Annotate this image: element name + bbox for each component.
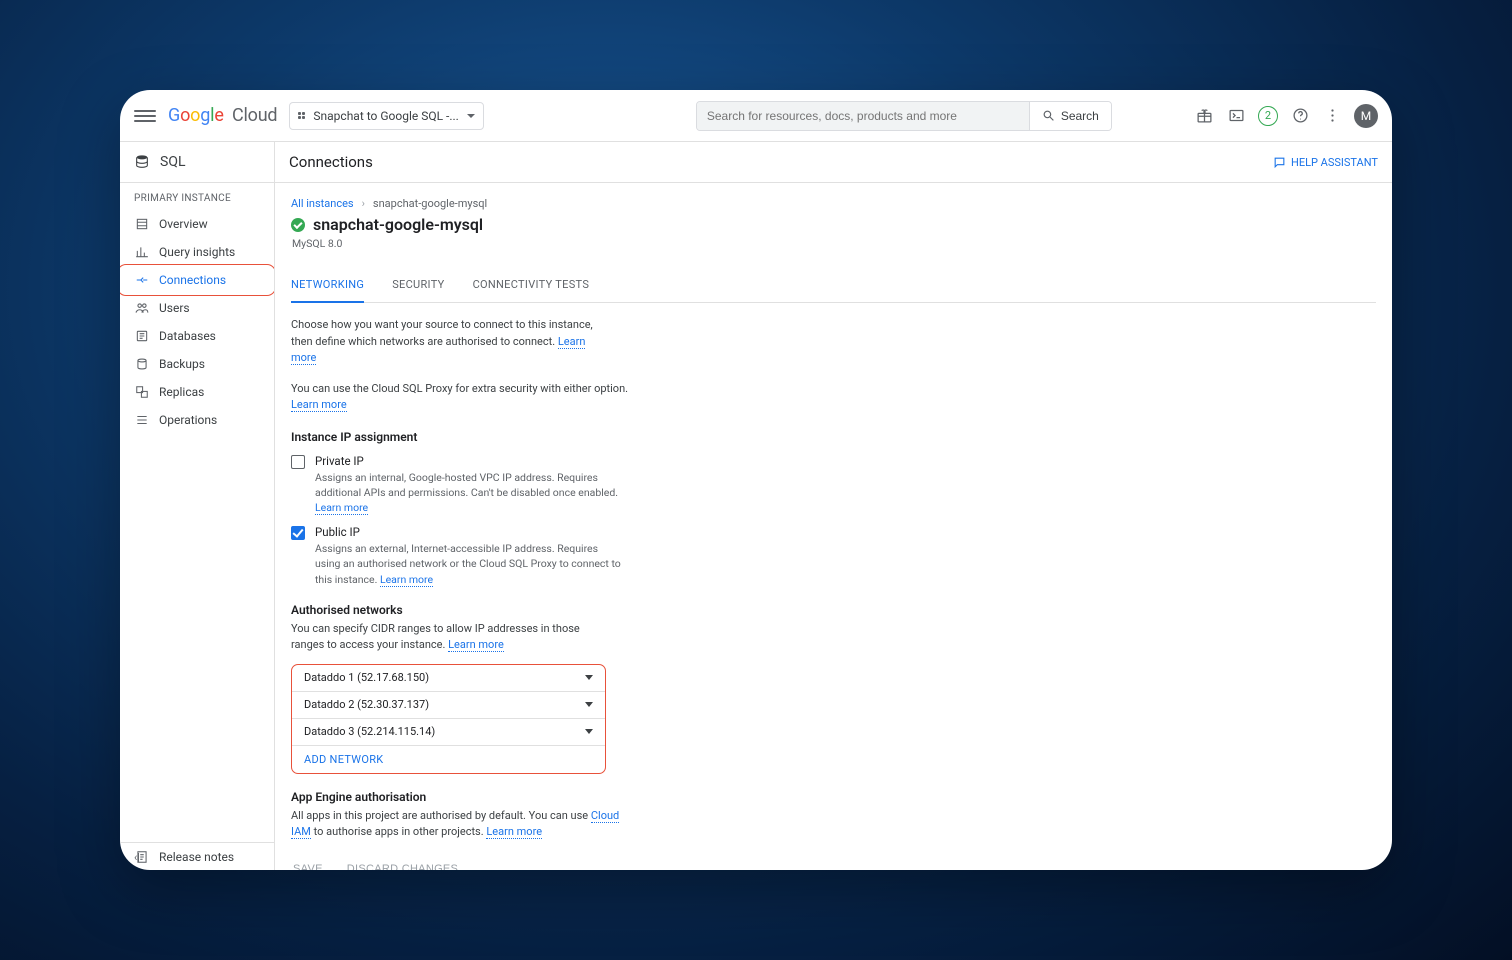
tab-networking[interactable]: NETWORKING [291,268,364,303]
google-cloud-logo[interactable]: Google Cloud [168,105,277,126]
app-engine-heading: App Engine authorisation [291,790,931,804]
breadcrumb-root[interactable]: All instances [291,197,354,210]
users-icon [134,301,149,316]
form-actions: SAVE DISCARD CHANGES [291,857,931,870]
product-header: SQL Connections HELP ASSISTANT [120,142,1392,183]
sidebar-item-release-notes[interactable]: Release notes [120,842,274,870]
sidebar-item-connections[interactable]: Connections [120,266,274,294]
public-ip-option: Public IP Assigns an external, Internet-… [291,525,931,587]
authorised-networks-box: Dataddo 1 (52.17.68.150) Dataddo 2 (52.3… [291,664,606,774]
sidebar-item-operations[interactable]: Operations [120,406,274,434]
chevron-down-icon [585,675,593,680]
private-ip-option: Private IP Assigns an internal, Google-h… [291,454,931,516]
breadcrumb-leaf: snapchat-google-mysql [373,197,487,210]
breadcrumb: All instances › snapchat-google-mysql [291,197,1376,210]
help-assistant-button[interactable]: HELP ASSISTANT [1273,156,1378,169]
network-row[interactable]: Dataddo 2 (52.30.37.137) [292,692,605,719]
menu-icon[interactable] [134,110,156,122]
chevron-right-icon: › [362,197,365,210]
tab-connectivity-tests[interactable]: CONNECTIVITY TESTS [473,268,590,302]
expand-panel-icon[interactable]: ‹| [134,851,140,864]
sidebar: PRIMARY INSTANCE Overview Query insights… [120,183,275,870]
network-row[interactable]: Dataddo 1 (52.17.68.150) [292,665,605,692]
status-ok-icon [291,218,305,232]
global-header: Google Cloud Snapchat to Google SQL -...… [120,90,1392,142]
sidebar-item-overview[interactable]: Overview [120,210,274,238]
discard-button[interactable]: DISCARD CHANGES [345,857,460,870]
chart-icon [134,245,149,260]
replicas-icon [134,385,149,400]
sidebar-item-databases[interactable]: Databases [120,322,274,350]
learn-more-link[interactable]: Learn more [315,501,368,515]
database-icon [134,154,150,170]
network-row[interactable]: Dataddo 3 (52.214.115.14) [292,719,605,746]
chevron-down-icon [585,729,593,734]
ip-heading: Instance IP assignment [291,430,931,444]
public-ip-checkbox[interactable] [291,526,305,540]
databases-icon [134,329,149,344]
public-ip-desc: Assigns an external, Internet-accessible… [315,541,625,587]
sidebar-item-replicas[interactable]: Replicas [120,378,274,406]
search-box: Search [696,101,1112,131]
search-icon [1042,109,1055,122]
product-label: SQL [120,142,275,182]
notifications-badge[interactable]: 2 [1258,106,1278,126]
gift-icon[interactable] [1194,106,1214,126]
intro-text-2: You can use the Cloud SQL Proxy for extr… [291,381,631,414]
instance-version: MySQL 8.0 [292,237,1376,250]
authorised-networks-heading: Authorised networks [291,603,931,617]
private-ip-desc: Assigns an internal, Google-hosted VPC I… [315,470,625,516]
learn-more-link[interactable]: Learn more [291,398,347,412]
search-button[interactable]: Search [1029,102,1111,130]
public-ip-label: Public IP [315,525,625,539]
instance-title: snapchat-google-mysql [291,215,1376,234]
backups-icon [134,357,149,372]
learn-more-link[interactable]: Learn more [448,638,504,652]
avatar[interactable]: M [1354,104,1378,128]
app-engine-desc: All apps in this project are authorised … [291,808,621,841]
project-name: Snapchat to Google SQL -... [313,109,458,123]
private-ip-label: Private IP [315,454,625,468]
cloud-shell-icon[interactable] [1226,106,1246,126]
sidebar-item-backups[interactable]: Backups [120,350,274,378]
save-button[interactable]: SAVE [291,857,325,870]
operations-icon [134,413,149,428]
tab-security[interactable]: SECURITY [392,268,444,302]
intro-text-1: Choose how you want your source to conne… [291,317,601,367]
more-icon[interactable] [1322,106,1342,126]
chevron-down-icon [467,114,475,118]
page-title: Connections [289,153,373,171]
search-input[interactable] [697,102,1029,130]
overview-icon [134,217,149,232]
sidebar-item-users[interactable]: Users [120,294,274,322]
help-icon[interactable] [1290,106,1310,126]
connection-icon [134,273,149,288]
private-ip-checkbox[interactable] [291,455,305,469]
add-network-button[interactable]: ADD NETWORK [292,746,605,773]
project-picker[interactable]: Snapchat to Google SQL -... [289,102,483,130]
learn-more-link[interactable]: Learn more [486,825,542,839]
tab-bar: NETWORKING SECURITY CONNECTIVITY TESTS [291,268,1376,303]
sidebar-section-label: PRIMARY INSTANCE [120,183,274,210]
chevron-down-icon [585,702,593,707]
authorised-networks-desc: You can specify CIDR ranges to allow IP … [291,621,601,654]
learn-more-link[interactable]: Learn more [380,573,433,587]
chat-icon [1273,156,1286,169]
main-content: All instances › snapchat-google-mysql sn… [275,183,1392,870]
sidebar-item-query-insights[interactable]: Query insights [120,238,274,266]
